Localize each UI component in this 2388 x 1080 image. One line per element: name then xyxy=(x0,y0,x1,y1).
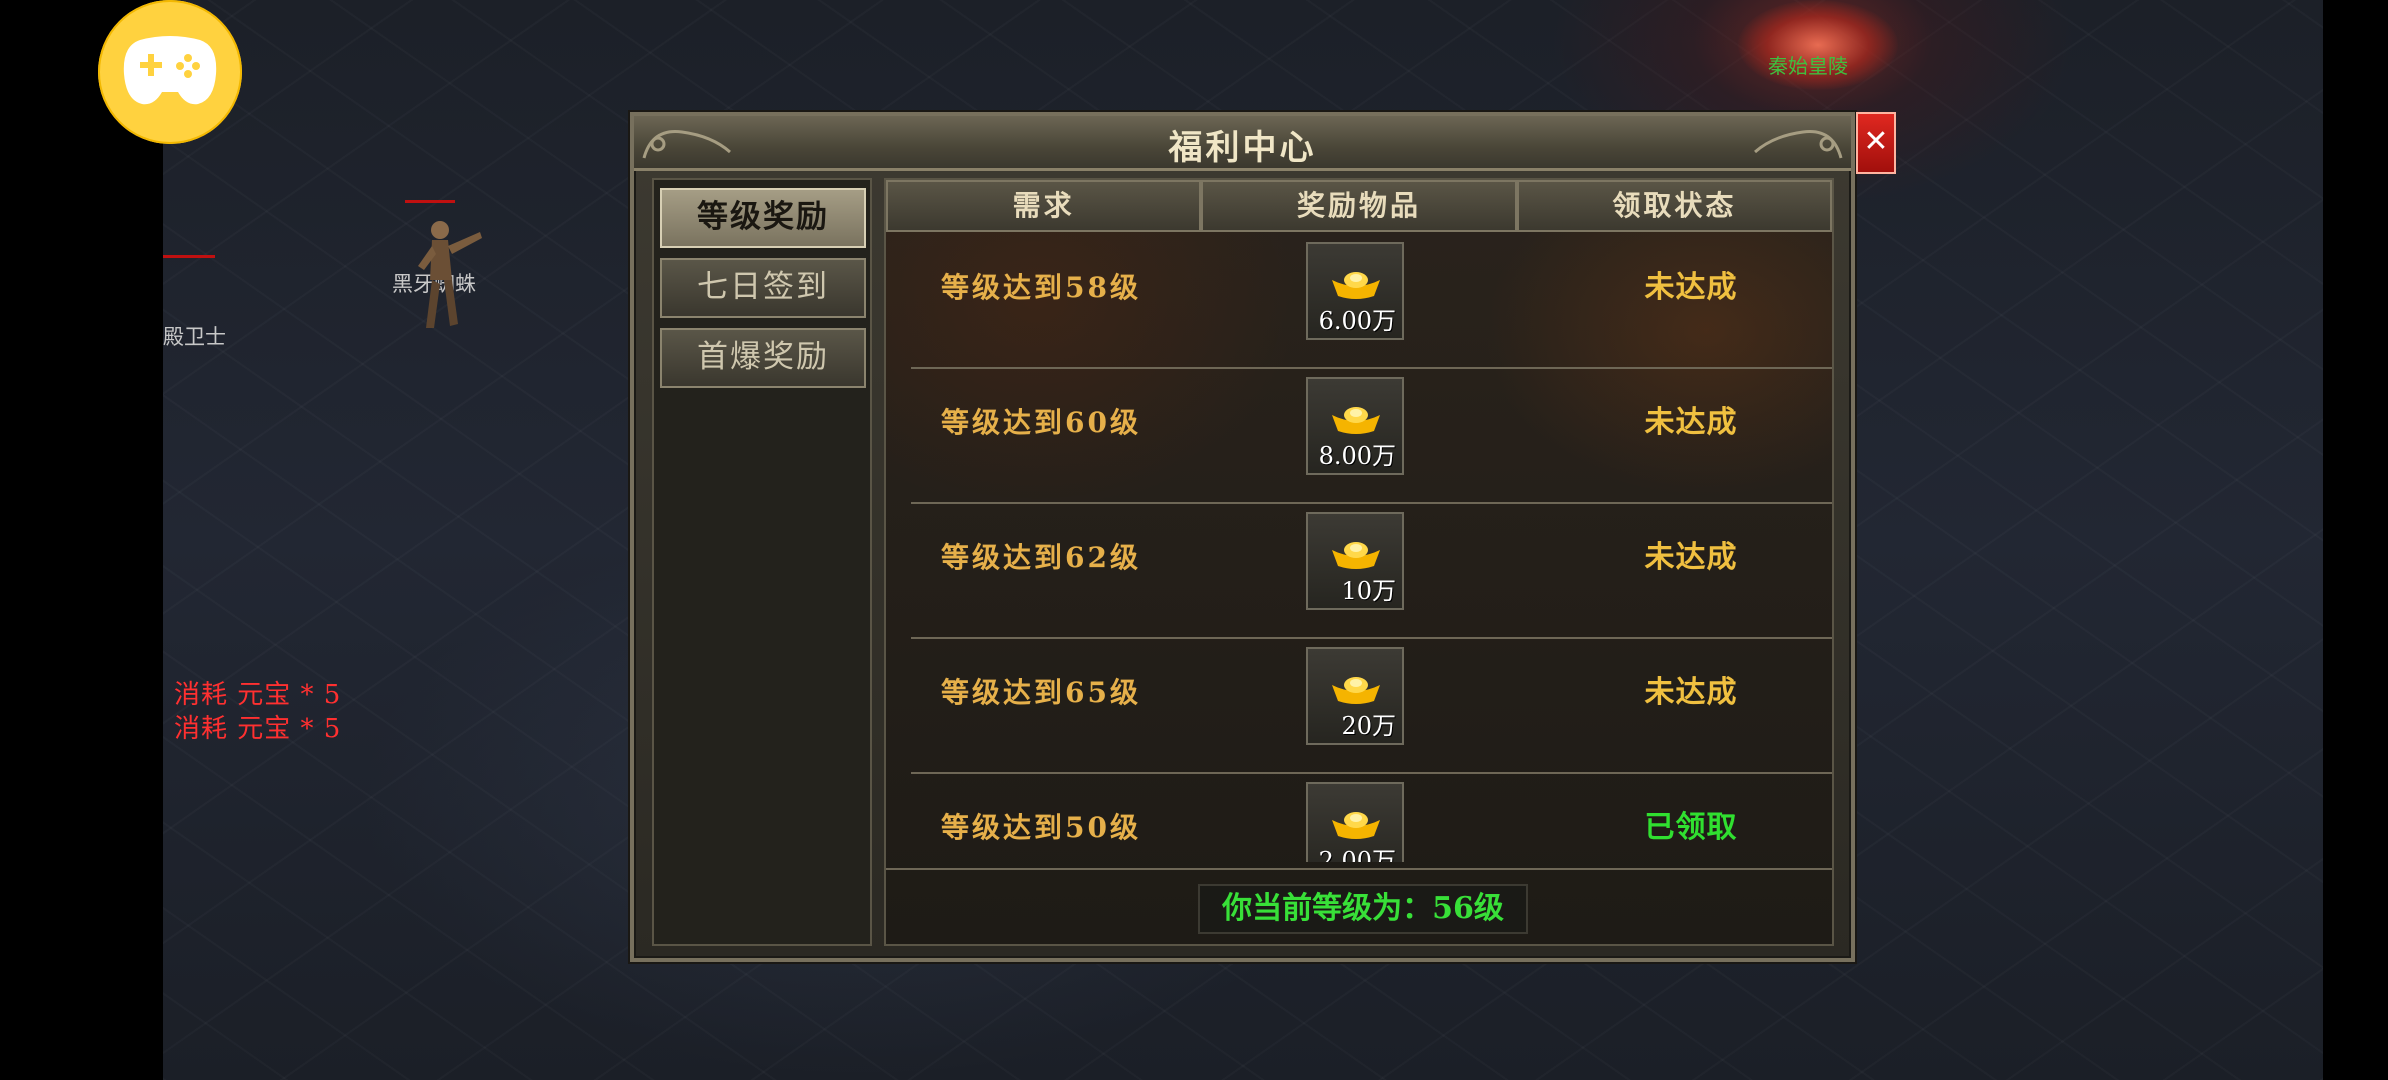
divider xyxy=(886,868,1832,870)
claim-status: 已领取 xyxy=(1644,810,1738,845)
guard-name: 殿卫士 xyxy=(163,325,226,349)
gamepad-icon xyxy=(123,36,217,105)
gold-ingot-icon xyxy=(1332,407,1380,434)
column-header-requirement: 需求 xyxy=(886,180,1202,232)
claim-status: 未达成 xyxy=(1644,270,1738,305)
tab-first-drop-reward[interactable]: 首爆奖励 xyxy=(660,328,866,388)
reward-rows[interactable]: 等级达到58级 6.00万 未达成 等级达到60级 8.00万 未达成 等级达到… xyxy=(886,232,1832,862)
reward-item-slot[interactable]: 2.00万 xyxy=(1306,782,1404,862)
monster-sprite[interactable] xyxy=(408,218,488,338)
requirement-text: 等级达到50级 xyxy=(941,811,1141,844)
dialog-title-bar[interactable]: 福利中心 xyxy=(634,116,1851,171)
reward-amount: 20万 xyxy=(1341,712,1396,740)
claim-status: 未达成 xyxy=(1644,405,1738,440)
reward-amount: 10万 xyxy=(1341,577,1396,605)
gold-ingot-icon xyxy=(1332,677,1380,704)
close-button[interactable]: ✕ xyxy=(1856,112,1896,174)
consume-log-line: 消耗 元宝 * 5 xyxy=(174,714,342,744)
dialog-title: 福利中心 xyxy=(1168,128,1317,168)
gold-ingot-icon xyxy=(1332,812,1380,839)
reward-item-slot[interactable]: 20万 xyxy=(1306,647,1404,745)
consume-log-line: 消耗 元宝 * 5 xyxy=(174,680,342,710)
reward-item-slot[interactable]: 6.00万 xyxy=(1306,242,1404,340)
requirement-text: 等级达到58级 xyxy=(941,271,1141,304)
claim-status: 未达成 xyxy=(1644,540,1738,575)
table-header: 需求 奖励物品 领取状态 xyxy=(886,180,1832,232)
gold-ingot-icon xyxy=(1332,542,1380,569)
reward-item-slot[interactable]: 10万 xyxy=(1306,512,1404,610)
requirement-text: 等级达到62级 xyxy=(941,541,1141,574)
game-assistant-icon[interactable] xyxy=(98,0,242,144)
current-level-display: 你当前等级为：56级 xyxy=(1198,884,1528,934)
reward-amount: 6.00万 xyxy=(1318,307,1396,335)
table-row: 等级达到58级 6.00万 未达成 xyxy=(911,232,1832,369)
tab-sidebar: 等级奖励 七日签到 首爆奖励 xyxy=(652,178,872,946)
mob-health-bar xyxy=(163,255,215,258)
tab-level-reward[interactable]: 等级奖励 xyxy=(660,188,866,248)
reward-item-slot[interactable]: 8.00万 xyxy=(1306,377,1404,475)
mob-health-bar xyxy=(405,200,455,203)
table-row: 等级达到62级 10万 未达成 xyxy=(911,502,1832,639)
reward-amount: 8.00万 xyxy=(1318,442,1396,470)
reward-table: 需求 奖励物品 领取状态 等级达到58级 6.00万 未达成 等级达到60级 8… xyxy=(884,178,1834,946)
reward-amount: 2.00万 xyxy=(1318,847,1396,862)
portal-name: 秦始皇陵 xyxy=(1768,54,1848,78)
column-header-reward: 奖励物品 xyxy=(1201,180,1517,232)
table-row: 等级达到60级 8.00万 未达成 xyxy=(911,367,1832,504)
gold-ingot-icon xyxy=(1332,272,1380,299)
claim-status: 未达成 xyxy=(1644,675,1738,710)
column-header-status: 领取状态 xyxy=(1516,180,1832,232)
requirement-text: 等级达到65级 xyxy=(941,676,1141,709)
table-row: 等级达到65级 20万 未达成 xyxy=(911,637,1832,774)
requirement-text: 等级达到60级 xyxy=(941,406,1141,439)
welfare-center-dialog: 福利中心 等级奖励 七日签到 首爆奖励 需求 奖励物品 领取状态 等级达到58级… xyxy=(630,112,1855,962)
table-row: 等级达到50级 2.00万 已领取 xyxy=(911,772,1832,862)
tab-seven-day-signin[interactable]: 七日签到 xyxy=(660,258,866,318)
close-icon: ✕ xyxy=(1863,124,1889,159)
